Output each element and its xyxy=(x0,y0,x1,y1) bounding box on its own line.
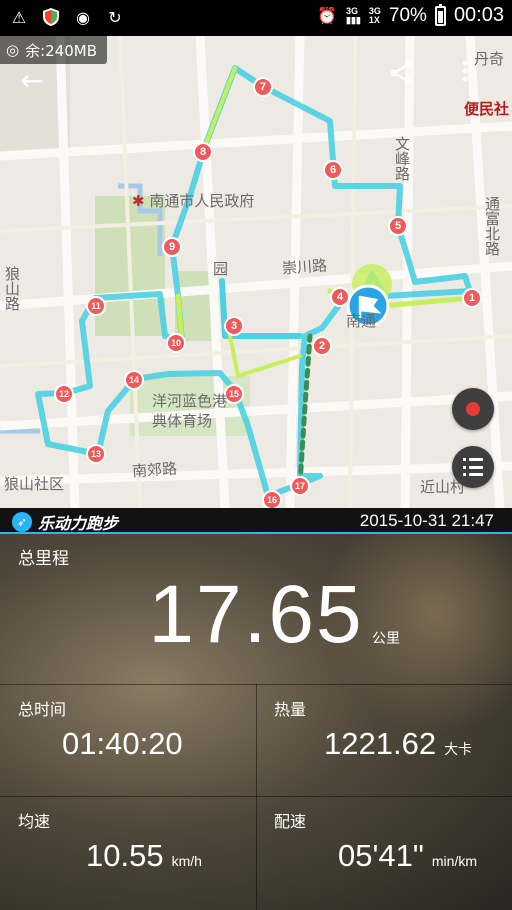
avg-speed-unit: km/h xyxy=(171,853,202,869)
km-marker-13: 13 xyxy=(86,444,106,464)
km-marker-3: 3 xyxy=(224,316,244,336)
calories: 1221.62 大卡 xyxy=(324,726,472,762)
km-marker-9: 9 xyxy=(162,237,182,257)
signal-3g: 3G ▮▮▮ xyxy=(346,5,361,25)
alert-icon: ⚠ xyxy=(11,7,27,27)
avg-speed-label: 均速 xyxy=(18,812,51,831)
share-button[interactable] xyxy=(388,60,424,96)
calories-label: 热量 xyxy=(274,700,307,719)
clock: 00:03 xyxy=(453,4,504,26)
km-marker-14: 14 xyxy=(124,370,144,390)
brand-logo: ➶ 乐动力跑步 xyxy=(12,510,118,534)
avg-speed-value: 10.55 xyxy=(86,838,164,873)
run-datetime: 2015-10-31 21:47 xyxy=(359,511,494,530)
km-marker-17: 17 xyxy=(290,476,310,496)
data-usage-badge: ◎ 余:240MB xyxy=(0,36,108,64)
km-marker-1: 1 xyxy=(462,288,482,308)
record-button[interactable] xyxy=(452,388,494,430)
pace-unit: min/km xyxy=(431,853,478,869)
map-label-wenfeng: 文峰路 xyxy=(393,136,411,181)
total-time-value: 01:40:20 xyxy=(62,726,183,761)
signal-3g-1x: 3G 1X xyxy=(368,5,381,25)
list-icon xyxy=(463,458,483,476)
km-marker-7: 7 xyxy=(253,77,273,97)
data-usage-text: 余:240MB xyxy=(25,41,98,60)
map-canvas xyxy=(0,36,512,508)
alarm-icon: ⏰ xyxy=(317,6,337,25)
status-bar: ⚠ ◉ ↻ ⏰ 3G ▮▮▮ 3G 1X 70% 00:03 xyxy=(0,0,512,36)
km-marker-12: 12 xyxy=(54,384,74,404)
map-label-nantong-station: 南通 xyxy=(346,312,377,330)
calories-unit: 大卡 xyxy=(444,741,473,757)
sync-icon: ↻ xyxy=(108,7,122,27)
shield-icon xyxy=(40,6,62,28)
list-button[interactable] xyxy=(452,446,494,488)
km-marker-8: 8 xyxy=(193,142,213,162)
map-label-stadium: 典体育场 xyxy=(152,412,213,430)
total-distance-value: 17.65 xyxy=(148,569,364,660)
divider xyxy=(256,684,257,910)
route-map[interactable]: 1 2 3 4 5 6 7 8 9 10 11 12 13 14 15 16 17 ✱ 南通市人民政府 洋河蓝色… xyxy=(0,36,512,508)
km-marker-11: 11 xyxy=(86,296,106,316)
map-label-chuanchuan: 崇川路 xyxy=(281,256,328,278)
brand-bar: ➶ 乐动力跑步 2015-10-31 21:47 xyxy=(0,508,512,534)
total-distance-label: 总里程 xyxy=(18,549,69,569)
total-time-label: 总时间 xyxy=(18,700,67,719)
pace-value: 05'41" xyxy=(338,838,424,873)
back-button[interactable]: ← xyxy=(14,62,50,98)
km-marker-6: 6 xyxy=(323,160,343,180)
map-label-nanjiao: 南郊路 xyxy=(131,459,178,481)
runner-icon: ➶ xyxy=(12,512,32,532)
calories-value: 1221.62 xyxy=(324,726,437,761)
record-dot-icon xyxy=(466,402,480,416)
more-vertical-icon xyxy=(462,60,468,82)
media-icon: ◉ xyxy=(76,7,90,27)
km-marker-5: 5 xyxy=(388,216,408,236)
map-label-tongfu: 通富北路 xyxy=(483,196,501,256)
total-distance-unit: 公里 xyxy=(372,631,400,647)
map-label-bianmin: 便民社 xyxy=(464,100,510,118)
more-button[interactable] xyxy=(462,60,492,96)
avg-speed: 10.55 km/h xyxy=(86,838,202,874)
map-label-yuan: 园 xyxy=(211,261,229,276)
km-marker-4: 4 xyxy=(330,287,350,307)
wifi-hotspot-icon: ◎ xyxy=(6,41,20,59)
battery-icon xyxy=(434,3,446,26)
brand-name: 乐动力跑步 xyxy=(38,514,119,533)
map-label-langshan-road: 狼山路 xyxy=(3,266,21,311)
pace: 05'41" min/km xyxy=(338,838,477,874)
battery-percent: 70% xyxy=(388,4,427,26)
stats-panel: 总里程 17.65 公里 总时间 01:40:20 热量 1221.62 大卡 均… xyxy=(0,534,512,910)
back-arrow-icon: ← xyxy=(20,63,44,97)
share-icon xyxy=(390,61,412,85)
map-label-yanghe: 洋河蓝色港 xyxy=(152,392,228,410)
pace-label: 配速 xyxy=(274,812,307,831)
km-marker-2: 2 xyxy=(312,336,332,356)
km-marker-16: 16 xyxy=(262,490,282,508)
map-label-langshan-community: 狼山社区 xyxy=(4,475,65,493)
map-label-gov: ✱ 南通市人民政府 xyxy=(132,192,255,210)
km-marker-10: 10 xyxy=(166,333,186,353)
